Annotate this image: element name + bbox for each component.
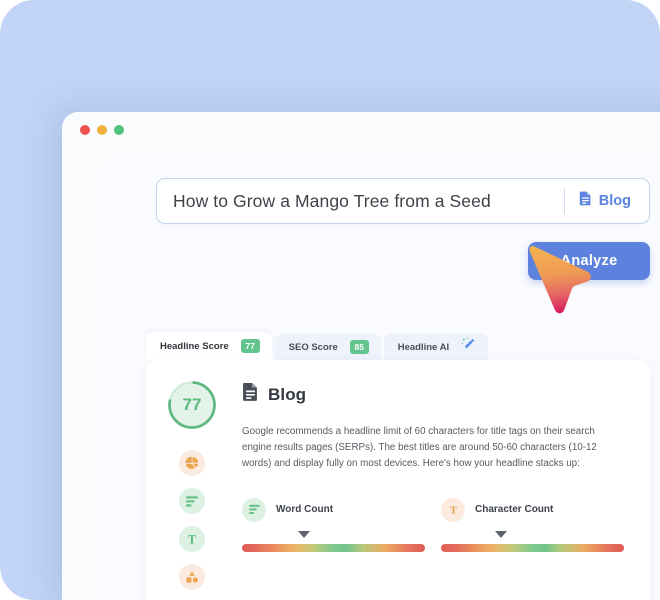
meter-word-count-header: Word Count: [242, 497, 425, 522]
document-icon: [579, 191, 592, 211]
overall-score-value: 77: [182, 395, 202, 414]
svg-text:T: T: [188, 532, 196, 546]
meter-character-count-header: T Character Count: [441, 497, 624, 522]
metrics-rail: 77 T: [162, 378, 222, 600]
headline-score-panel: 77 T Blog Google recommends a headline l…: [146, 360, 650, 600]
panel-title: Blog: [268, 384, 307, 404]
headline-input-row: How to Grow a Mango Tree from a Seed Blo…: [156, 178, 650, 224]
text-lines-icon[interactable]: [179, 488, 205, 514]
browser-titlebar: [62, 112, 660, 146]
meter-word-count-pointer: [298, 530, 311, 538]
panel-main-column: Blog Google recommends a headline limit …: [242, 382, 634, 553]
meter-word-count-track: [242, 543, 425, 552]
meter-word-count: Word Count: [242, 497, 425, 553]
overall-score-ring: 77: [165, 378, 219, 432]
scene-root: How to Grow a Mango Tree from a Seed Blo…: [0, 0, 660, 600]
analyze-button[interactable]: Analyze: [528, 242, 650, 280]
tab-seo-score-badge: 85: [349, 340, 369, 354]
meter-character-count-pointer: [495, 530, 508, 538]
tab-bar: Headline Score 77 SEO Score 85 Headline …: [146, 332, 489, 360]
meter-character-count-label: Character Count: [475, 504, 554, 516]
tab-seo-score-label: SEO Score: [288, 341, 338, 353]
browser-window: How to Grow a Mango Tree from a Seed Blo…: [62, 112, 660, 600]
headline-input-value[interactable]: How to Grow a Mango Tree from a Seed: [173, 191, 562, 212]
meter-word-count-label: Word Count: [276, 504, 334, 516]
panel-header: Blog: [242, 382, 634, 407]
shapes-icon[interactable]: [179, 564, 205, 590]
meter-character-count: T Character Count: [441, 497, 624, 553]
meter-group: Word Count T Character Count: [242, 497, 634, 553]
tab-headline-score-label: Headline Score: [160, 340, 229, 352]
headline-input[interactable]: How to Grow a Mango Tree from a Seed Blo…: [156, 178, 650, 224]
tab-headline-score[interactable]: Headline Score 77: [146, 332, 272, 360]
letter-t-icon[interactable]: T: [179, 526, 205, 552]
panel-body-text: Google recommends a headline limit of 60…: [242, 426, 597, 469]
tab-headline-ai-label: Headline AI: [397, 341, 450, 353]
content-type-selector[interactable]: Blog: [579, 191, 647, 211]
document-icon: [242, 382, 259, 407]
content-type-label: Blog: [598, 193, 631, 209]
minimize-window-button[interactable]: [97, 125, 107, 135]
close-window-button[interactable]: [80, 125, 90, 135]
tab-headline-score-badge: 77: [240, 339, 260, 353]
meter-word-count-gauge: [242, 530, 425, 553]
pie-chart-icon[interactable]: [179, 450, 205, 476]
app-pane: How to Grow a Mango Tree from a Seed Blo…: [100, 156, 660, 600]
magic-wand-icon: [461, 337, 476, 357]
letter-t-icon: T: [441, 497, 465, 522]
field-divider: [563, 188, 565, 214]
tab-seo-score[interactable]: SEO Score 85: [274, 334, 381, 360]
tab-headline-ai[interactable]: Headline AI: [383, 334, 489, 360]
maximize-window-button[interactable]: [114, 125, 124, 135]
meter-character-count-track: [441, 543, 624, 552]
svg-text:T: T: [449, 505, 456, 516]
text-lines-icon: [242, 497, 266, 522]
meter-character-count-gauge: [441, 530, 624, 553]
